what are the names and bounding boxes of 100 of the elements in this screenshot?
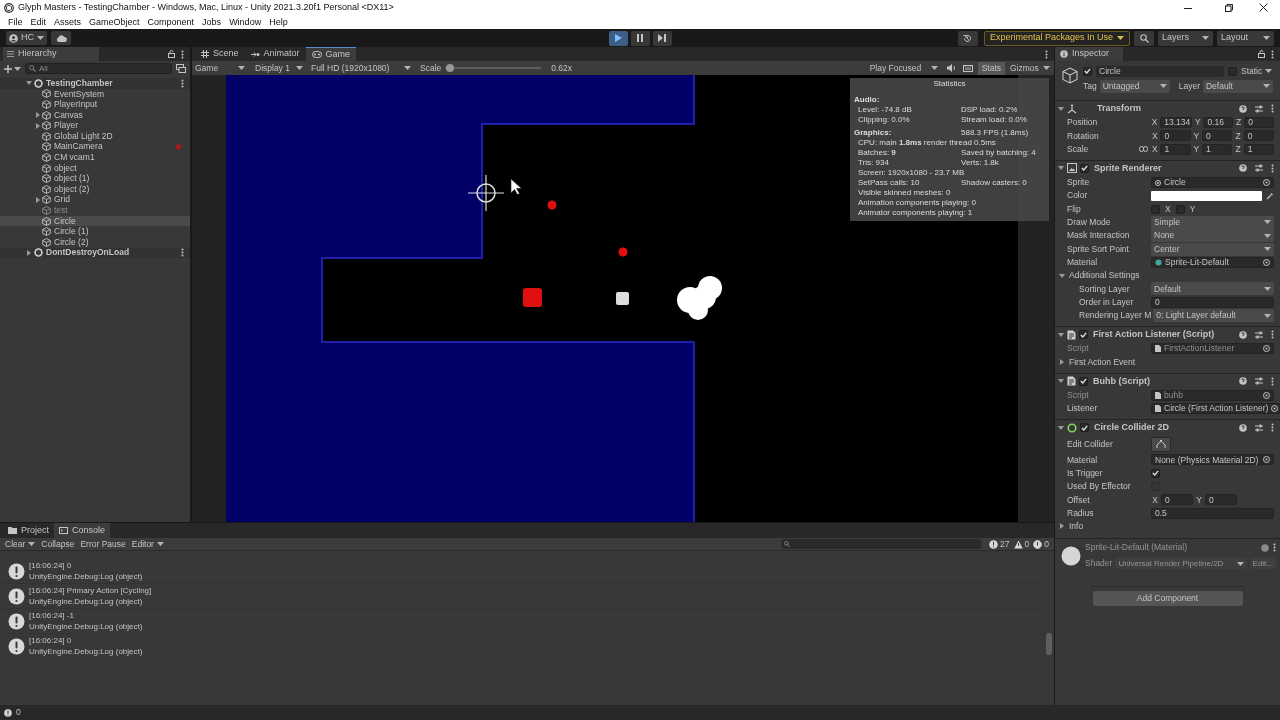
component-header[interactable]: Transform [1055, 100, 1280, 116]
presets-icon[interactable] [1255, 423, 1263, 432]
foldout-arrow-icon[interactable] [1058, 378, 1064, 385]
presets-icon[interactable] [1255, 330, 1263, 339]
more-icon[interactable] [1273, 543, 1276, 553]
number-field[interactable]: 1 [1243, 143, 1274, 155]
component-header[interactable]: Circle Collider 2D [1055, 419, 1280, 436]
more-icon[interactable] [1271, 423, 1274, 433]
foldout-arrow-icon[interactable] [1059, 272, 1065, 279]
object-field[interactable]: Circle [1151, 177, 1274, 189]
foldout-arrow-icon[interactable] [1059, 523, 1065, 530]
dropdown[interactable]: Simple [1151, 215, 1274, 229]
panel-tab[interactable]: Project [3, 523, 54, 538]
number-field[interactable]: 0.5 [1151, 507, 1274, 519]
speaker-icon[interactable] [946, 64, 956, 72]
add-button[interactable] [4, 64, 21, 73]
number-field[interactable]: 1 [1160, 143, 1191, 155]
add-component-button[interactable]: Add Component [1092, 591, 1243, 607]
cloud-button[interactable] [51, 31, 71, 45]
toolbar-button[interactable]: Editor [128, 538, 167, 550]
number-field[interactable]: 13.134 [1160, 117, 1193, 129]
hierarchy-item[interactable]: test [0, 205, 190, 216]
scale-slider[interactable] [445, 64, 542, 72]
edit-collider-button[interactable] [1151, 436, 1171, 452]
foldout-arrow-icon[interactable] [1058, 424, 1064, 431]
view-tab[interactable]: Animator [244, 47, 306, 61]
hierarchy-item[interactable]: Circle (2) [0, 236, 190, 248]
dropdown[interactable]: 0: Light Layer default [1153, 309, 1274, 322]
log-entry[interactable]: [16:06:24] Primary Action [Cycling] UnityEngine.Debug:Log (object) [0, 584, 1046, 609]
scene-item[interactable]: DontDestroyOnLoad [0, 247, 190, 259]
search-field[interactable] [781, 539, 982, 549]
toolbar-button[interactable]: Clear [2, 538, 39, 550]
log-entry[interactable]: [16:06:24] 0 UnityEngine.Debug:Log (object) [0, 634, 1046, 659]
slider-thumb[interactable] [446, 64, 455, 72]
hierarchy-item[interactable]: Canvas [0, 109, 190, 121]
hierarchy-item[interactable]: Player [0, 120, 190, 131]
name-field[interactable]: Circle [1096, 65, 1224, 77]
object-picker-icon[interactable] [1263, 456, 1270, 464]
experimental-packages-dropdown[interactable]: Experimental Packages In Use [983, 30, 1130, 46]
close-icon[interactable] [1259, 3, 1268, 12]
toolbar-button[interactable]: Error Pause [77, 538, 129, 550]
number-field[interactable]: 0 [1151, 296, 1274, 308]
number-field[interactable]: 0 [1244, 117, 1274, 129]
gizmos-dropdown[interactable]: Gizmos [1007, 61, 1051, 75]
number-field[interactable]: 0 [1161, 494, 1193, 506]
presets-icon[interactable] [1255, 164, 1263, 173]
menu-item[interactable]: Help [265, 16, 292, 28]
view-tab[interactable]: Scene [195, 47, 245, 61]
more-icon[interactable] [1271, 163, 1274, 173]
play-mode-dropdown[interactable]: Play Focused [866, 61, 941, 75]
dropdown[interactable]: None [1151, 229, 1274, 243]
more-icon[interactable] [181, 248, 184, 258]
object-picker-icon[interactable] [1263, 258, 1270, 266]
hierarchy-item[interactable]: object (2) [0, 183, 190, 195]
hierarchy-item[interactable]: EventSystem [0, 88, 190, 100]
component-header[interactable]: Sprite Renderer [1055, 159, 1280, 176]
component-header[interactable]: First Action Listener (Script) [1055, 326, 1280, 343]
panel-tab[interactable]: Console [54, 523, 111, 538]
shader-dropdown[interactable]: Universal Render Pipeline/2D [1115, 558, 1247, 569]
search-button[interactable] [1134, 30, 1154, 46]
menu-item[interactable]: Assets [50, 16, 86, 28]
foldout-arrow-icon[interactable] [1058, 165, 1064, 172]
log-entry[interactable]: [16:06:24] -1 UnityEngine.Debug:Log (object) [0, 609, 1046, 634]
menu-item[interactable]: Jobs [198, 16, 226, 28]
number-field[interactable]: 0 [1205, 494, 1237, 506]
menu-item[interactable]: Edit [26, 16, 51, 28]
hierarchy-item[interactable]: Circle [0, 215, 190, 227]
scene-item[interactable]: TestingChamber [0, 78, 190, 89]
menu-item[interactable]: Window [225, 16, 266, 28]
checkbox[interactable] [1080, 423, 1089, 433]
number-field[interactable]: 0 [1202, 130, 1233, 142]
more-icon[interactable] [181, 78, 184, 88]
foldout-label[interactable]: Additional Settings [1069, 269, 1140, 282]
layout-dropdown[interactable]: Layout [1217, 30, 1274, 46]
more-icon[interactable] [1271, 330, 1274, 340]
history-button[interactable] [957, 30, 978, 46]
hierarchy-item[interactable]: Grid [0, 194, 190, 206]
foldout-label[interactable]: First Action Event [1069, 355, 1136, 369]
hierarchy-item[interactable]: object (1) [0, 173, 190, 184]
presets-icon[interactable] [1255, 377, 1263, 386]
number-field[interactable]: 0.16 [1203, 117, 1234, 129]
hierarchy-item[interactable]: Circle (1) [0, 226, 190, 237]
more-icon[interactable] [1045, 49, 1048, 59]
checkbox[interactable] [1079, 330, 1088, 340]
menu-item[interactable]: File [4, 16, 27, 28]
view-dropdown[interactable]: Game [192, 61, 248, 75]
checkbox[interactable] [1080, 163, 1089, 173]
pause-button[interactable] [630, 30, 650, 46]
resolution-dropdown[interactable]: Full HD (1920x1080) [308, 61, 414, 75]
foldout-arrow-icon[interactable] [26, 249, 32, 256]
color-field[interactable] [1151, 190, 1262, 201]
checkbox[interactable] [1228, 66, 1237, 76]
tag-dropdown[interactable]: Untagged [1099, 79, 1170, 93]
presets-icon[interactable] [1255, 104, 1263, 113]
object-picker-icon[interactable] [1263, 179, 1270, 187]
foldout-arrow-icon[interactable] [35, 122, 41, 129]
inspector-tab[interactable]: Inspector [1055, 47, 1123, 61]
more-icon[interactable] [181, 49, 184, 59]
count-toggle[interactable]: 0 [1031, 538, 1051, 550]
checkbox[interactable] [1079, 376, 1088, 386]
